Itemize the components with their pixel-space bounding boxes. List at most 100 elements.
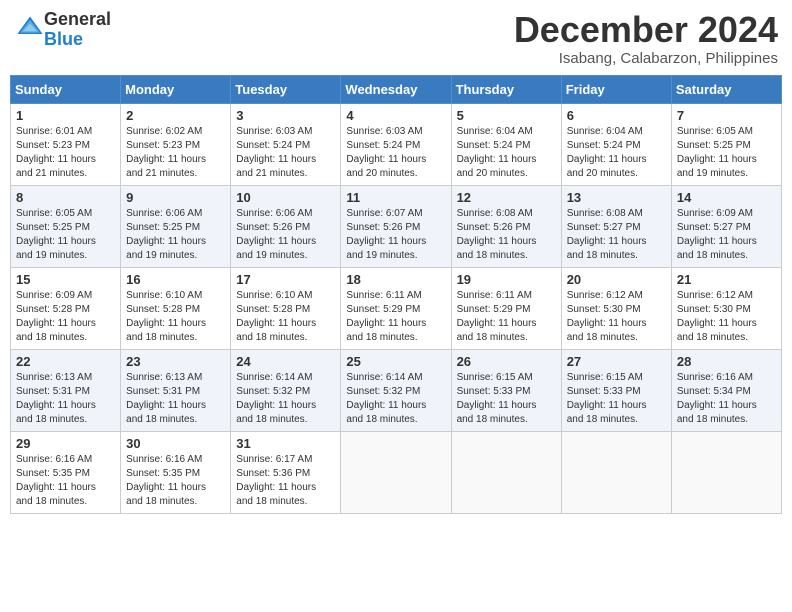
day-number: 5: [457, 108, 556, 123]
logo-blue: Blue: [44, 29, 83, 49]
day-info: Sunrise: 6:12 AM Sunset: 5:30 PM Dayligh…: [567, 289, 666, 345]
day-info: Sunrise: 6:03 AM Sunset: 5:24 PM Dayligh…: [346, 125, 445, 181]
day-info: Sunrise: 6:05 AM Sunset: 5:25 PM Dayligh…: [677, 125, 776, 181]
calendar-cell: 22 Sunrise: 6:13 AM Sunset: 5:31 PM Dayli…: [11, 349, 121, 431]
calendar-cell: 3 Sunrise: 6:03 AM Sunset: 5:24 PM Daylig…: [231, 103, 341, 185]
title-block: December 2024 Isabang, Calabarzon, Phili…: [514, 10, 778, 67]
calendar-cell: 11 Sunrise: 6:07 AM Sunset: 5:26 PM Dayli…: [341, 185, 451, 267]
day-number: 25: [346, 354, 445, 369]
day-number: 26: [457, 354, 556, 369]
day-number: 15: [16, 272, 115, 287]
day-number: 14: [677, 190, 776, 205]
calendar-cell: 30Sunrise: 6:16 AM Sunset: 5:35 PM Dayli…: [121, 431, 231, 513]
day-info: Sunrise: 6:15 AM Sunset: 5:33 PM Dayligh…: [457, 371, 556, 427]
header-row: SundayMondayTuesdayWednesdayThursdayFrid…: [11, 75, 782, 103]
day-info: Sunrise: 6:13 AM Sunset: 5:31 PM Dayligh…: [16, 371, 115, 427]
day-info: Sunrise: 6:10 AM Sunset: 5:28 PM Dayligh…: [236, 289, 335, 345]
calendar-cell: 28Sunrise: 6:16 AM Sunset: 5:34 PM Dayli…: [671, 349, 781, 431]
day-info: Sunrise: 6:15 AM Sunset: 5:33 PM Dayligh…: [567, 371, 666, 427]
day-info: Sunrise: 6:14 AM Sunset: 5:32 PM Dayligh…: [236, 371, 335, 427]
calendar-cell: [561, 431, 671, 513]
day-info: Sunrise: 6:11 AM Sunset: 5:29 PM Dayligh…: [346, 289, 445, 345]
location: Isabang, Calabarzon, Philippines: [514, 50, 778, 67]
day-number: 4: [346, 108, 445, 123]
day-info: Sunrise: 6:06 AM Sunset: 5:25 PM Dayligh…: [126, 207, 225, 263]
day-number: 18: [346, 272, 445, 287]
day-info: Sunrise: 6:01 AM Sunset: 5:23 PM Dayligh…: [16, 125, 115, 181]
calendar-cell: 25 Sunrise: 6:14 AM Sunset: 5:32 PM Dayli…: [341, 349, 451, 431]
header-cell-friday: Friday: [561, 75, 671, 103]
calendar-cell: 8 Sunrise: 6:05 AM Sunset: 5:25 PM Daylig…: [11, 185, 121, 267]
logo-icon: [16, 13, 44, 41]
calendar-week-3: 22 Sunrise: 6:13 AM Sunset: 5:31 PM Dayli…: [11, 349, 782, 431]
day-info: Sunrise: 6:09 AM Sunset: 5:28 PM Dayligh…: [16, 289, 115, 345]
header-cell-sunday: Sunday: [11, 75, 121, 103]
day-number: 23: [126, 354, 225, 369]
day-info: Sunrise: 6:08 AM Sunset: 5:27 PM Dayligh…: [567, 207, 666, 263]
day-number: 6: [567, 108, 666, 123]
header-cell-tuesday: Tuesday: [231, 75, 341, 103]
day-info: Sunrise: 6:03 AM Sunset: 5:24 PM Dayligh…: [236, 125, 335, 181]
day-number: 17: [236, 272, 335, 287]
day-number: 7: [677, 108, 776, 123]
month-year: December 2024: [514, 10, 778, 50]
day-info: Sunrise: 6:10 AM Sunset: 5:28 PM Dayligh…: [126, 289, 225, 345]
header-cell-thursday: Thursday: [451, 75, 561, 103]
day-number: 9: [126, 190, 225, 205]
calendar-cell: 2 Sunrise: 6:02 AM Sunset: 5:23 PM Daylig…: [121, 103, 231, 185]
calendar-cell: 18 Sunrise: 6:11 AM Sunset: 5:29 PM Dayli…: [341, 267, 451, 349]
calendar-cell: 31Sunrise: 6:17 AM Sunset: 5:36 PM Dayli…: [231, 431, 341, 513]
calendar-cell: 29Sunrise: 6:16 AM Sunset: 5:35 PM Dayli…: [11, 431, 121, 513]
calendar-cell: [671, 431, 781, 513]
day-info: Sunrise: 6:16 AM Sunset: 5:35 PM Dayligh…: [16, 453, 115, 509]
day-number: 24: [236, 354, 335, 369]
day-info: Sunrise: 6:04 AM Sunset: 5:24 PM Dayligh…: [567, 125, 666, 181]
calendar-week-4: 29Sunrise: 6:16 AM Sunset: 5:35 PM Dayli…: [11, 431, 782, 513]
calendar-cell: 16Sunrise: 6:10 AM Sunset: 5:28 PM Dayli…: [121, 267, 231, 349]
day-info: Sunrise: 6:14 AM Sunset: 5:32 PM Dayligh…: [346, 371, 445, 427]
day-info: Sunrise: 6:16 AM Sunset: 5:35 PM Dayligh…: [126, 453, 225, 509]
day-info: Sunrise: 6:05 AM Sunset: 5:25 PM Dayligh…: [16, 207, 115, 263]
day-number: 19: [457, 272, 556, 287]
day-number: 12: [457, 190, 556, 205]
day-number: 10: [236, 190, 335, 205]
day-number: 22: [16, 354, 115, 369]
calendar-cell: 17 Sunrise: 6:10 AM Sunset: 5:28 PM Dayli…: [231, 267, 341, 349]
calendar-cell: 23 Sunrise: 6:13 AM Sunset: 5:31 PM Dayli…: [121, 349, 231, 431]
calendar-cell: 1 Sunrise: 6:01 AM Sunset: 5:23 PM Daylig…: [11, 103, 121, 185]
calendar-cell: 21Sunrise: 6:12 AM Sunset: 5:30 PM Dayli…: [671, 267, 781, 349]
day-number: 11: [346, 190, 445, 205]
day-info: Sunrise: 6:13 AM Sunset: 5:31 PM Dayligh…: [126, 371, 225, 427]
calendar-week-1: 8 Sunrise: 6:05 AM Sunset: 5:25 PM Daylig…: [11, 185, 782, 267]
day-number: 1: [16, 108, 115, 123]
day-info: Sunrise: 6:07 AM Sunset: 5:26 PM Dayligh…: [346, 207, 445, 263]
calendar-cell: 7 Sunrise: 6:05 AM Sunset: 5:25 PM Daylig…: [671, 103, 781, 185]
day-info: Sunrise: 6:09 AM Sunset: 5:27 PM Dayligh…: [677, 207, 776, 263]
calendar-cell: 12Sunrise: 6:08 AM Sunset: 5:26 PM Dayli…: [451, 185, 561, 267]
calendar-cell: [451, 431, 561, 513]
day-number: 31: [236, 436, 335, 451]
calendar-body: 1 Sunrise: 6:01 AM Sunset: 5:23 PM Daylig…: [11, 103, 782, 513]
header-cell-monday: Monday: [121, 75, 231, 103]
calendar-cell: 14 Sunrise: 6:09 AM Sunset: 5:27 PM Dayli…: [671, 185, 781, 267]
calendar-cell: 20 Sunrise: 6:12 AM Sunset: 5:30 PM Dayli…: [561, 267, 671, 349]
logo-general: General: [44, 9, 111, 29]
day-number: 8: [16, 190, 115, 205]
day-number: 2: [126, 108, 225, 123]
calendar-cell: 9 Sunrise: 6:06 AM Sunset: 5:25 PM Daylig…: [121, 185, 231, 267]
day-number: 3: [236, 108, 335, 123]
calendar-cell: 19 Sunrise: 6:11 AM Sunset: 5:29 PM Dayli…: [451, 267, 561, 349]
day-info: Sunrise: 6:06 AM Sunset: 5:26 PM Dayligh…: [236, 207, 335, 263]
day-info: Sunrise: 6:12 AM Sunset: 5:30 PM Dayligh…: [677, 289, 776, 345]
day-number: 28: [677, 354, 776, 369]
header-cell-saturday: Saturday: [671, 75, 781, 103]
calendar-cell: 6 Sunrise: 6:04 AM Sunset: 5:24 PM Daylig…: [561, 103, 671, 185]
calendar-cell: 15 Sunrise: 6:09 AM Sunset: 5:28 PM Dayli…: [11, 267, 121, 349]
calendar-week-0: 1 Sunrise: 6:01 AM Sunset: 5:23 PM Daylig…: [11, 103, 782, 185]
day-info: Sunrise: 6:02 AM Sunset: 5:23 PM Dayligh…: [126, 125, 225, 181]
page-header: General Blue December 2024 Isabang, Cala…: [10, 10, 782, 67]
calendar-cell: 10 Sunrise: 6:06 AM Sunset: 5:26 PM Dayli…: [231, 185, 341, 267]
day-number: 20: [567, 272, 666, 287]
day-info: Sunrise: 6:11 AM Sunset: 5:29 PM Dayligh…: [457, 289, 556, 345]
calendar-cell: 26 Sunrise: 6:15 AM Sunset: 5:33 PM Dayli…: [451, 349, 561, 431]
